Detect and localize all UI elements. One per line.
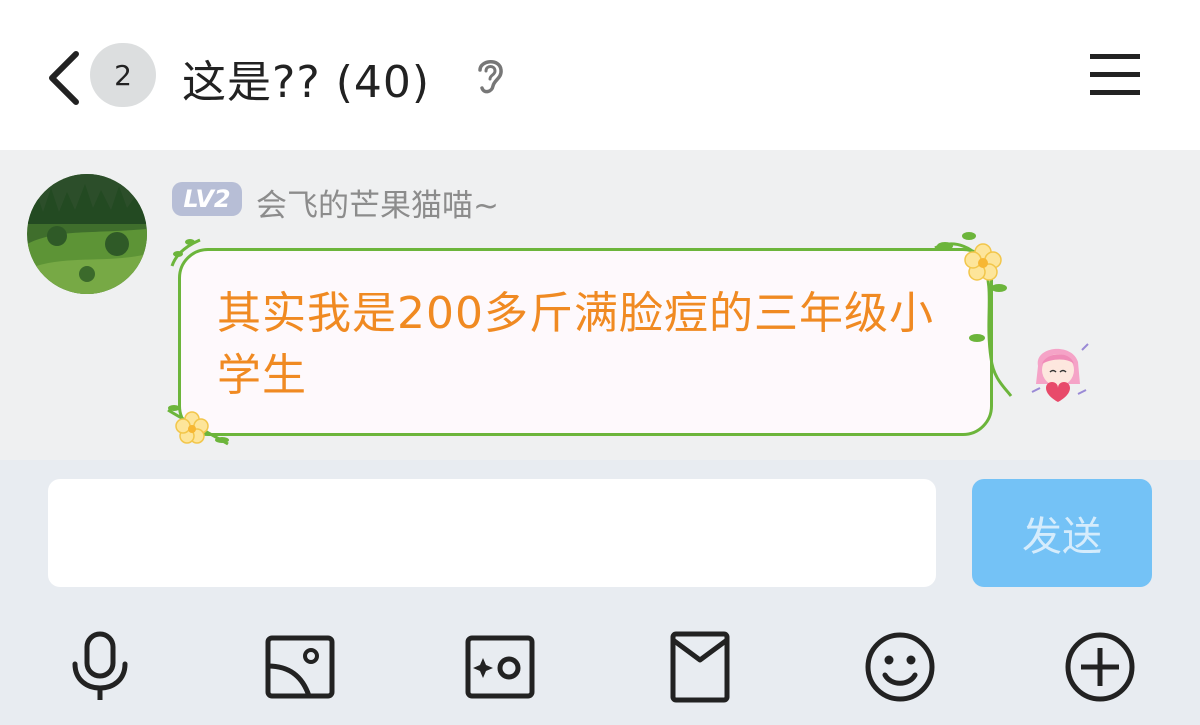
sender-name[interactable]: 会飞的芒果猫喵~ <box>256 180 499 225</box>
photo-effect-icon[interactable] <box>463 630 537 704</box>
unread-count-badge[interactable]: 2 <box>90 43 156 107</box>
back-icon[interactable] <box>40 48 90 108</box>
plus-icon[interactable] <box>1063 630 1137 704</box>
ear-icon[interactable] <box>472 54 508 96</box>
microphone-icon[interactable] <box>63 630 137 704</box>
message-list: LV2 会飞的芒果猫喵~ 其实我是200多斤满脸痘的三年级小学生 <box>0 150 1200 460</box>
flower-vine-decoration-icon <box>934 232 1013 397</box>
message-input[interactable] <box>48 479 936 587</box>
avatar[interactable] <box>27 174 147 294</box>
message-bubble[interactable]: 其实我是200多斤满脸痘的三年级小学生 <box>178 248 993 436</box>
message-text: 其实我是200多斤满脸痘的三年级小学生 <box>217 288 934 401</box>
flower-decoration-icon <box>167 405 229 446</box>
red-envelope-icon[interactable] <box>663 630 737 704</box>
anime-girl-sticker-icon <box>1031 343 1089 402</box>
emoji-icon[interactable] <box>863 630 937 704</box>
chat-title[interactable]: 这是?? (40) <box>182 46 430 110</box>
vine-decoration-icon <box>170 238 201 267</box>
send-button[interactable]: 发送 <box>972 479 1152 587</box>
image-icon[interactable] <box>263 630 337 704</box>
menu-icon[interactable] <box>1088 52 1142 98</box>
input-panel: 发送 <box>0 460 1200 725</box>
chat-header: 2 这是?? (40) <box>0 0 1200 150</box>
level-badge: LV2 <box>172 182 242 216</box>
